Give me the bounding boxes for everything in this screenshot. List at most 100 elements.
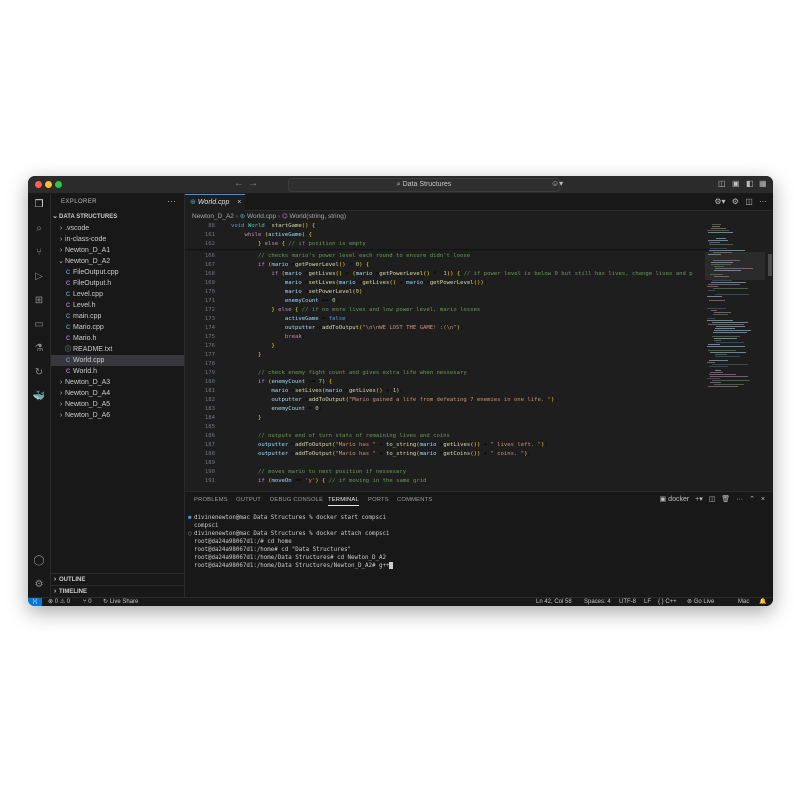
tab-output[interactable]: OUTPUT (236, 497, 261, 503)
workspace-root[interactable]: ⌄DATA STRUCTURES (51, 211, 184, 222)
tree-file[interactable]: C FileOutput.h (51, 278, 184, 289)
extensions-icon[interactable]: ⊞ (32, 294, 46, 308)
remote-explorer-icon[interactable]: ▭ (32, 318, 46, 332)
sticky-scroll-line[interactable]: 88 void World::startGame() { (185, 222, 705, 231)
code-line[interactable]: 188 outputter->addToOutput("Mario has " … (185, 450, 705, 459)
back-arrow-icon[interactable]: ← (234, 178, 244, 189)
docker-icon[interactable]: 🐳 (32, 390, 46, 404)
testing-icon[interactable]: ⚗ (32, 342, 46, 356)
encoding[interactable]: UTF-8 (619, 598, 636, 606)
tab-terminal[interactable]: TERMINAL (328, 497, 359, 506)
code-line[interactable]: 176 } (185, 342, 705, 351)
run-debug-icon[interactable]: ▷ (32, 270, 46, 284)
tab-world-cpp[interactable]: ⊕ World.cpp × (185, 194, 245, 211)
scrollbar-thumb[interactable] (768, 254, 772, 276)
end-of-line[interactable]: LF (644, 598, 651, 606)
code-line[interactable]: 173 activeGame = false; (185, 315, 705, 324)
code-line[interactable]: 170 mario->setPowerLevel(0); (185, 288, 705, 297)
code-line[interactable]: 174 outputter->addToOutput("\n\nWE LOST … (185, 324, 705, 333)
platform-label[interactable]: Mac (738, 598, 749, 606)
layout-sidebar-icon[interactable]: ◫ (718, 179, 726, 188)
tree-folder[interactable]: › Newton_D_A5 (51, 399, 184, 410)
breadcrumb-file[interactable]: World.cpp (247, 213, 276, 220)
layout-panel-icon[interactable]: ▣ (732, 179, 740, 188)
more-actions-icon[interactable]: ··· (736, 496, 743, 503)
source-control-icon[interactable]: ⑂ (32, 246, 46, 260)
code-line[interactable]: 175 break; (185, 333, 705, 342)
language-mode[interactable]: { } C++ (658, 598, 677, 606)
go-live-button[interactable]: ⊚ Go Live (687, 598, 714, 606)
tab-debug-console[interactable]: DEBUG CONSOLE (270, 497, 323, 503)
tree-folder[interactable]: ⌄Newton_D_A2 (51, 256, 184, 267)
code-line[interactable]: 189 (185, 459, 705, 468)
tree-file[interactable]: C Level.h (51, 300, 184, 311)
tab-problems[interactable]: PROBLEMS (194, 497, 228, 503)
tab-ports[interactable]: PORTS (368, 497, 389, 503)
code-line[interactable]: 190 // moves mario to next position if n… (185, 468, 705, 477)
indentation[interactable]: Spaces: 4 (584, 598, 611, 606)
code-line[interactable]: 187 outputter->addToOutput("Mario has " … (185, 441, 705, 450)
sticky-scroll-line[interactable]: 162 } else { // if position is empty (185, 240, 705, 249)
code-line[interactable]: 172 } else { // if no more lives and low… (185, 306, 705, 315)
code-line[interactable]: 183 enemyCount = 0; (185, 405, 705, 414)
breadcrumb-folder[interactable]: Newton_D_A2 (192, 213, 234, 220)
run-icon[interactable]: ⚙▾ (714, 197, 725, 206)
outline-section[interactable]: › OUTLINE (51, 573, 184, 585)
editor-scrollbar[interactable] (767, 222, 773, 490)
tree-file[interactable]: C World.h (51, 366, 184, 377)
code-line[interactable]: 185 (185, 423, 705, 432)
breadcrumb-symbol[interactable]: World(string, string) (289, 213, 346, 220)
gear-icon[interactable]: ⚙ (32, 578, 46, 592)
code-editor[interactable]: 88 void World::startGame() {161 while (ac… (185, 222, 705, 490)
timeline-section[interactable]: › TIMELINE (51, 585, 184, 597)
copilot-icon[interactable]: ☺▾ (551, 179, 563, 188)
code-line[interactable]: 180 if (enemyCount >= 7) { (185, 378, 705, 387)
minimap-viewport[interactable] (705, 252, 765, 280)
code-line[interactable]: 184 } (185, 414, 705, 423)
tree-file[interactable]: C Mario.h (51, 333, 184, 344)
layout-secondary-icon[interactable]: ◧ (746, 179, 754, 188)
minimize-window-button[interactable] (45, 181, 52, 188)
code-line[interactable]: 181 mario->setLives(mario->getLives() + … (185, 387, 705, 396)
code-line[interactable]: 166 // checks mario's power level each r… (185, 252, 705, 261)
tree-folder[interactable]: › Newton_D_A3 (51, 377, 184, 388)
more-actions-icon[interactable]: ··· (167, 196, 176, 206)
remote-indicator-icon[interactable]: ⟩⟨ (28, 598, 42, 606)
ports-count[interactable]: ⑂ 0 (83, 598, 92, 606)
tree-folder[interactable]: › Newton_D_A6 (51, 410, 184, 421)
tree-folder[interactable]: › .vscode (51, 223, 184, 234)
code-line[interactable]: 191 if (moveOn == 'y') { // if moving in… (185, 477, 705, 486)
maximize-window-button[interactable] (55, 181, 62, 188)
tree-folder[interactable]: › Newton_D_A1 (51, 245, 184, 256)
forward-arrow-icon[interactable]: → (248, 178, 258, 189)
close-window-button[interactable] (35, 181, 42, 188)
minimap[interactable] (705, 222, 765, 490)
live-share-icon[interactable]: ↻ (32, 366, 46, 380)
tree-file[interactable]: C World.cpp (51, 355, 184, 366)
bell-icon[interactable]: 🔔 (759, 598, 766, 606)
tree-file[interactable]: C Mario.cpp (51, 322, 184, 333)
live-share-button[interactable]: ↻ Live Share (103, 598, 138, 606)
tree-file[interactable]: ⓘ README.txt (51, 344, 184, 355)
more-actions-icon[interactable]: ··· (759, 197, 767, 206)
sticky-scroll-line[interactable]: 161 while (activeGame) { (185, 231, 705, 240)
code-line[interactable]: 177 } (185, 351, 705, 360)
settings-icon[interactable]: ⚙ (732, 197, 739, 206)
terminal-output[interactable]: ● divinenewton@mac Data Structures % dock… (188, 514, 394, 570)
tree-folder[interactable]: › Newton_D_A4 (51, 388, 184, 399)
code-line[interactable]: 167 if (mario->getPowerLevel() < 0) { (185, 261, 705, 270)
problems-count[interactable]: ⊗ 0 ⚠ 0 (48, 598, 70, 606)
code-line[interactable]: 179 // check enemy fight count and gives… (185, 369, 705, 378)
tree-file[interactable]: Cmain.cpp (51, 311, 184, 322)
maximize-panel-icon[interactable]: ⌃ (749, 496, 755, 503)
code-line[interactable]: 178 (185, 360, 705, 369)
code-line[interactable]: 182 outputter->addToOutput("Mario gained… (185, 396, 705, 405)
tree-file[interactable]: C Level.cpp (51, 289, 184, 300)
trash-icon[interactable]: 🗑 (721, 496, 730, 503)
cursor-position[interactable]: Ln 42, Col 58 (536, 598, 572, 606)
explorer-icon[interactable]: ❐ (32, 198, 46, 212)
new-terminal-icon[interactable]: +▾ (695, 496, 703, 503)
tree-folder[interactable]: › in-class-code (51, 234, 184, 245)
account-icon[interactable]: ◯ (32, 554, 46, 568)
command-center-search[interactable]: ⌕ Data Structures (288, 178, 560, 192)
